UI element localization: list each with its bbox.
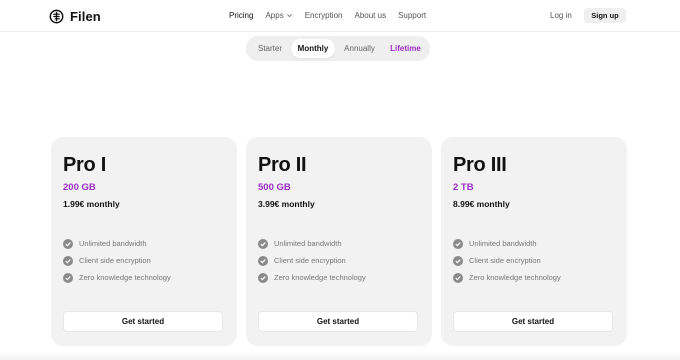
plan-card-pro-ii: Pro II 500 GB 3.99€ monthly Unlimited ba… [246,137,432,346]
check-circle-icon [63,255,73,266]
feature-label: Zero knowledge technology [469,273,561,282]
plan-price: 8.99€ monthly [453,199,510,209]
feature-list: Unlimited bandwidth Client side encrypti… [453,235,561,286]
plan-name: Pro III [453,154,507,176]
feature-item: Client side encryption [63,252,171,269]
plan-storage: 500 GB [258,182,291,193]
top-navigation: Filen Pricing Apps Encryption About us S… [0,0,680,32]
toggle-annually[interactable]: Annually [335,39,384,58]
check-circle-icon [453,238,463,249]
billing-period-toggle: Starter Monthly Annually Lifetime [246,36,430,61]
toggle-lifetime[interactable]: Lifetime [384,39,427,58]
nav-link-encryption[interactable]: Encryption [305,11,343,20]
feature-list: Unlimited bandwidth Client side encrypti… [63,235,171,286]
check-circle-icon [63,238,73,249]
filen-logo-icon [49,9,64,23]
plan-price: 1.99€ monthly [63,199,120,209]
get-started-button[interactable]: Get started [453,311,613,332]
brand-name: Filen [70,8,101,24]
check-circle-icon [258,255,268,266]
check-circle-icon [258,272,268,283]
feature-item: Client side encryption [258,252,366,269]
nav-link-support[interactable]: Support [398,11,426,20]
feature-item: Unlimited bandwidth [453,235,561,252]
get-started-button[interactable]: Get started [258,311,418,332]
plan-storage: 2 TB [453,182,474,193]
feature-list: Unlimited bandwidth Client side encrypti… [258,235,366,286]
chevron-down-icon [286,14,292,18]
nav-links: Pricing Apps Encryption About us Support [229,11,438,20]
feature-label: Zero knowledge technology [274,273,366,282]
feature-item: Zero knowledge technology [63,269,171,286]
feature-label: Unlimited bandwidth [274,239,342,248]
feature-label: Client side encryption [79,256,151,265]
plan-storage: 200 GB [63,182,96,193]
page-bottom-edge [0,352,680,360]
plan-card-pro-i: Pro I 200 GB 1.99€ monthly Unlimited ban… [51,137,237,346]
toggle-starter[interactable]: Starter [249,39,291,58]
toggle-monthly[interactable]: Monthly [291,39,335,58]
check-circle-icon [63,272,73,283]
signup-button[interactable]: Sign up [584,8,626,23]
feature-item: Unlimited bandwidth [63,235,171,252]
check-circle-icon [453,272,463,283]
login-link[interactable]: Log in [550,11,572,20]
check-circle-icon [258,238,268,249]
feature-label: Unlimited bandwidth [79,239,147,248]
feature-item: Zero knowledge technology [258,269,366,286]
plan-price: 3.99€ monthly [258,199,315,209]
feature-item: Zero knowledge technology [453,269,561,286]
nav-link-pricing[interactable]: Pricing [229,11,253,20]
nav-link-apps[interactable]: Apps [265,11,292,20]
check-circle-icon [453,255,463,266]
nav-link-apps-label: Apps [265,11,284,20]
feature-label: Client side encryption [469,256,541,265]
feature-label: Zero knowledge technology [79,273,171,282]
plan-name: Pro II [258,154,307,176]
plan-card-pro-iii: Pro III 2 TB 8.99€ monthly Unlimited ban… [441,137,627,346]
plan-name: Pro I [63,154,106,176]
nav-link-about-us[interactable]: About us [354,11,386,20]
get-started-button[interactable]: Get started [63,311,223,332]
brand-logo[interactable]: Filen [49,8,101,24]
feature-label: Client side encryption [274,256,346,265]
feature-label: Unlimited bandwidth [469,239,537,248]
feature-item: Unlimited bandwidth [258,235,366,252]
feature-item: Client side encryption [453,252,561,269]
